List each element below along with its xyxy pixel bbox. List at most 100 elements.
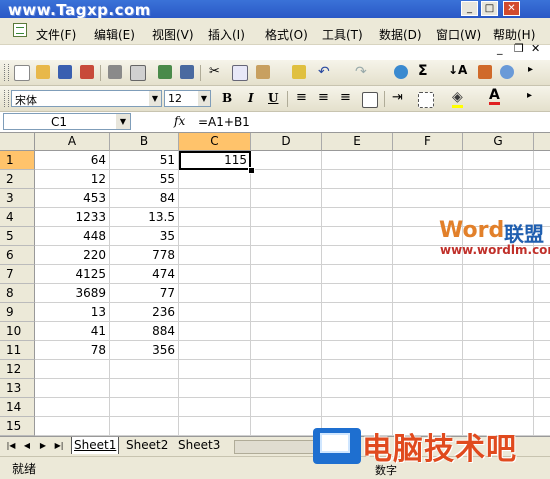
doc-restore-icon[interactable]: ❐ [514, 42, 524, 55]
insert-function-icon[interactable]: fx [174, 114, 185, 128]
cell-b8[interactable]: 77 [110, 284, 179, 303]
cell-b5[interactable]: 35 [110, 227, 179, 246]
bold-button[interactable]: B [222, 91, 232, 105]
paste-icon[interactable] [256, 65, 270, 79]
cell-a8[interactable]: 3689 [35, 284, 110, 303]
cut-icon[interactable]: ✂ [209, 64, 220, 79]
undo-icon[interactable]: ↶ [318, 64, 330, 80]
cell-b7[interactable]: 474 [110, 265, 179, 284]
column-header-h[interactable] [534, 133, 550, 151]
cell-a1[interactable]: 64 [35, 151, 110, 170]
permission-icon[interactable] [80, 65, 94, 79]
column-header-f[interactable]: F [393, 133, 463, 151]
row-header[interactable]: 10 [0, 322, 35, 341]
toolbar-options-icon[interactable]: ▸ [527, 90, 532, 101]
format-painter-icon[interactable] [292, 65, 306, 79]
row-header[interactable]: 14 [0, 398, 35, 417]
row-header[interactable]: 8 [0, 284, 35, 303]
research-icon[interactable] [180, 65, 194, 79]
row-header[interactable]: 11 [0, 341, 35, 360]
minimize-button[interactable]: _ [461, 1, 478, 16]
menu-help[interactable]: 帮助(H) [493, 26, 535, 43]
column-header-a[interactable]: A [35, 133, 110, 151]
maximize-button[interactable]: □ [481, 1, 498, 16]
row-header[interactable]: 1 [0, 151, 35, 170]
menu-file[interactable]: 文件(F) [36, 26, 76, 43]
column-header-e[interactable]: E [322, 133, 393, 151]
indent-icon[interactable]: ⇥ [392, 90, 403, 105]
row-header[interactable]: 15 [0, 417, 35, 436]
fill-color-icon[interactable]: ◈ [452, 89, 463, 108]
new-icon[interactable] [14, 65, 30, 81]
row-header[interactable]: 7 [0, 265, 35, 284]
menu-edit[interactable]: 编辑(E) [94, 26, 135, 43]
toolbar-options-icon[interactable]: ▸ [528, 64, 533, 75]
toolbar-handle[interactable] [4, 64, 9, 81]
chart-wizard-icon[interactable] [478, 65, 492, 79]
row-header[interactable]: 2 [0, 170, 35, 189]
merge-center-icon[interactable] [362, 92, 378, 108]
italic-button[interactable]: I [248, 91, 254, 105]
cell-a10[interactable]: 41 [35, 322, 110, 341]
column-header-g[interactable]: G [463, 133, 534, 151]
name-box[interactable]: C1 ▼ [3, 113, 131, 130]
align-left-icon[interactable]: ≡ [296, 90, 307, 105]
menu-insert[interactable]: 插入(I) [208, 26, 245, 43]
cell-a5[interactable]: 448 [35, 227, 110, 246]
cell-b2[interactable]: 55 [110, 170, 179, 189]
cell-b11[interactable]: 356 [110, 341, 179, 360]
select-all-corner[interactable] [0, 133, 35, 151]
horizontal-scrollbar[interactable] [234, 440, 316, 454]
underline-button[interactable]: U [268, 91, 278, 105]
sheet-tab-1[interactable]: Sheet1 [71, 437, 120, 454]
align-center-icon[interactable]: ≡ [318, 90, 329, 105]
row-header[interactable]: 6 [0, 246, 35, 265]
print-preview-icon[interactable] [130, 65, 146, 81]
worksheet-grid[interactable]: A B C D E F G 1 2 3 4 5 6 7 8 9 10 11 12… [0, 133, 550, 436]
font-color-icon[interactable]: A [489, 88, 500, 105]
sort-ascending-icon[interactable]: ↓A [448, 63, 467, 77]
copy-icon[interactable] [232, 65, 248, 81]
cell-b3[interactable]: 84 [110, 189, 179, 208]
cell-a7[interactable]: 4125 [35, 265, 110, 284]
toolbar-handle[interactable] [4, 90, 9, 107]
cell-a2[interactable]: 12 [35, 170, 110, 189]
chevron-down-icon[interactable]: ▼ [116, 114, 130, 129]
close-button[interactable]: ✕ [503, 1, 520, 16]
workbook-icon[interactable] [13, 23, 27, 37]
cell-b10[interactable]: 884 [110, 322, 179, 341]
menu-data[interactable]: 数据(D) [379, 26, 422, 43]
doc-close-icon[interactable]: ✕ [531, 42, 540, 55]
column-header-d[interactable]: D [251, 133, 322, 151]
doc-minimize-icon[interactable]: _ [497, 42, 503, 55]
cell-a9[interactable]: 13 [35, 303, 110, 322]
spelling-icon[interactable] [158, 65, 172, 79]
align-right-icon[interactable]: ≡ [340, 90, 351, 105]
autosum-icon[interactable]: Σ [418, 63, 428, 79]
cell-b1[interactable]: 51 [110, 151, 179, 170]
hyperlink-icon[interactable] [394, 65, 408, 79]
row-header[interactable]: 13 [0, 379, 35, 398]
last-sheet-icon[interactable]: ▶| [54, 440, 64, 452]
column-header-b[interactable]: B [110, 133, 179, 151]
save-icon[interactable] [58, 65, 72, 79]
next-sheet-icon[interactable]: ▶ [38, 440, 48, 452]
redo-icon[interactable]: ↷ [355, 64, 367, 80]
open-icon[interactable] [36, 65, 50, 79]
font-size-select[interactable]: 12 ▼ [164, 90, 211, 107]
row-header[interactable]: 9 [0, 303, 35, 322]
first-sheet-icon[interactable]: |◀ [6, 440, 16, 452]
cell-a11[interactable]: 78 [35, 341, 110, 360]
cell-a4[interactable]: 1233 [35, 208, 110, 227]
column-header-c[interactable]: C [179, 133, 251, 151]
prev-sheet-icon[interactable]: ◀ [22, 440, 32, 452]
formula-input[interactable]: =A1+B1 [198, 115, 250, 129]
print-icon[interactable] [108, 65, 122, 79]
menu-view[interactable]: 视图(V) [152, 26, 194, 43]
row-header[interactable]: 4 [0, 208, 35, 227]
font-name-select[interactable]: 宋体 ▼ [11, 90, 162, 107]
menu-window[interactable]: 窗口(W) [436, 26, 481, 43]
menu-format[interactable]: 格式(O) [265, 26, 308, 43]
sheet-tab-3[interactable]: Sheet3 [176, 437, 222, 454]
cell-b4[interactable]: 13.5 [110, 208, 179, 227]
